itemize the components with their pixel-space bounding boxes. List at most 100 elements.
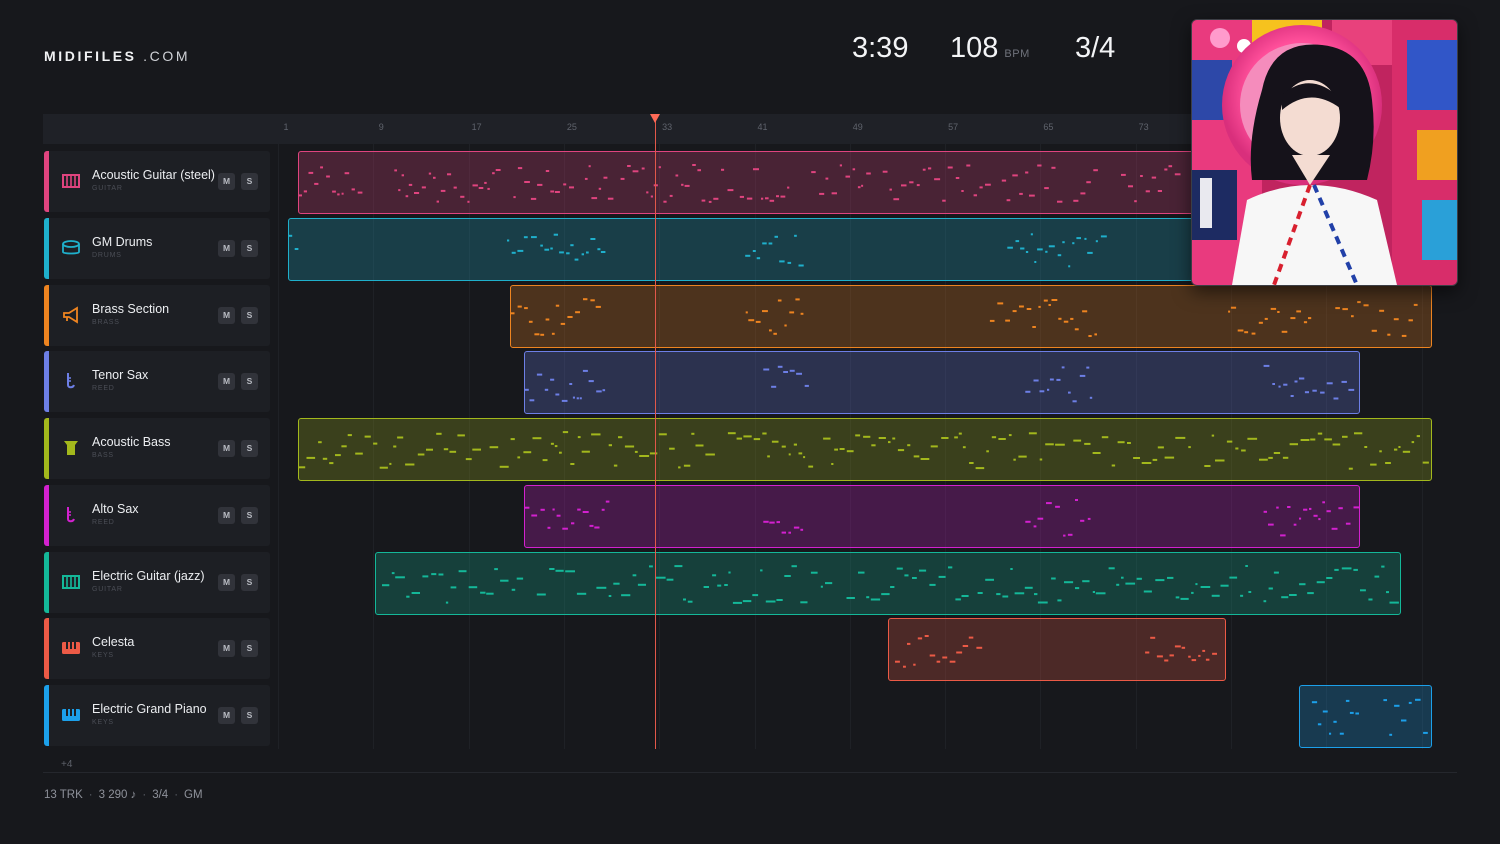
- logo-suffix: .COM: [143, 48, 191, 64]
- track-color-stripe: [44, 485, 49, 546]
- track-name: Electric Guitar (jazz): [92, 569, 205, 583]
- midi-notes: [511, 298, 1418, 337]
- guitar-icon: [62, 174, 80, 188]
- midi-clip[interactable]: [524, 485, 1360, 548]
- track-header[interactable]: Acoustic Guitar (steel) GUITAR M S: [44, 151, 270, 212]
- track-category: KEYS: [92, 719, 114, 726]
- solo-button[interactable]: S: [241, 640, 258, 657]
- track-name: Acoustic Guitar (steel): [92, 168, 215, 182]
- playhead-marker[interactable]: [650, 114, 660, 123]
- track-header[interactable]: Acoustic Bass BASS M S: [44, 418, 270, 479]
- track-category: BRASS: [92, 319, 120, 326]
- more-tracks-indicator[interactable]: +4: [61, 759, 72, 770]
- footer-time-signature: 3/4: [152, 789, 169, 801]
- sax-icon: [67, 507, 75, 523]
- solo-button[interactable]: S: [241, 373, 258, 390]
- track-category: REED: [92, 385, 115, 392]
- track-name: Tenor Sax: [92, 368, 149, 382]
- track-header[interactable]: Brass Section BRASS M S: [44, 285, 270, 346]
- track-category: GUITAR: [92, 185, 123, 192]
- midi-notes: [382, 565, 1399, 604]
- bpm-unit: BPM: [1004, 48, 1030, 60]
- mute-button[interactable]: M: [218, 173, 235, 190]
- track-category: KEYS: [92, 652, 114, 659]
- track-color-stripe: [44, 418, 49, 479]
- keys-icon: [62, 709, 80, 721]
- track-name: Electric Grand Piano: [92, 702, 207, 716]
- logo-wordmark: MIDIFILES: [44, 48, 137, 64]
- track-category: GUITAR: [92, 586, 123, 593]
- track-category: BASS: [92, 452, 114, 459]
- track-color-stripe: [44, 285, 49, 346]
- track-name: GM Drums: [92, 235, 153, 249]
- track-count: 13 TRK: [44, 789, 83, 801]
- track-header[interactable]: GM Drums DRUMS M S: [44, 218, 270, 279]
- solo-button[interactable]: S: [241, 507, 258, 524]
- sax-icon: [67, 373, 75, 389]
- bass-icon: [64, 441, 78, 455]
- solo-button[interactable]: S: [241, 307, 258, 324]
- solo-button[interactable]: S: [241, 574, 258, 591]
- track-color-stripe: [44, 351, 49, 412]
- midi-notes: [895, 635, 1217, 668]
- midi-clip[interactable]: [888, 618, 1226, 681]
- song-duration: 3:39: [852, 32, 909, 64]
- midi-notes: [299, 431, 1429, 470]
- midi-notes: [525, 499, 1359, 537]
- track-name: Acoustic Bass: [92, 435, 171, 449]
- time-signature: 3/4: [1075, 32, 1116, 64]
- solo-button[interactable]: S: [241, 240, 258, 257]
- note-count: 3 290 ♪: [98, 789, 137, 801]
- track-category: DRUMS: [92, 252, 122, 259]
- mute-button[interactable]: M: [218, 307, 235, 324]
- ruler-tick: 73: [1138, 122, 1149, 132]
- track-header[interactable]: Celesta KEYS M S: [44, 618, 270, 679]
- track-header[interactable]: Electric Guitar (jazz) GUITAR M S: [44, 552, 270, 613]
- track-color-stripe: [44, 151, 49, 212]
- site-logo[interactable]: MIDIFILES .COM: [44, 48, 190, 64]
- bar-gridline: [278, 144, 279, 749]
- ruler-tick: 9: [378, 122, 384, 132]
- ruler-tick: 25: [566, 122, 577, 132]
- midi-clip[interactable]: [298, 418, 1432, 481]
- mute-button[interactable]: M: [218, 373, 235, 390]
- mute-button[interactable]: M: [218, 440, 235, 457]
- guitar-icon: [62, 575, 80, 589]
- midi-clip[interactable]: [1299, 685, 1432, 748]
- playhead-line[interactable]: [655, 118, 656, 749]
- footer-stats: 13 TRK · 3 290 ♪ · 3/4 · GM: [44, 789, 203, 801]
- midi-standard: GM: [184, 789, 203, 801]
- mute-button[interactable]: M: [218, 707, 235, 724]
- bpm-value: 108: [950, 32, 999, 64]
- midi-clip[interactable]: [375, 552, 1401, 615]
- midi-clip[interactable]: [524, 351, 1360, 414]
- mute-button[interactable]: M: [218, 640, 235, 657]
- ruler-tick: 49: [852, 122, 863, 132]
- track-header[interactable]: Tenor Sax REED M S: [44, 351, 270, 412]
- midi-notes: [1311, 698, 1428, 736]
- track-header[interactable]: Alto Sax REED M S: [44, 485, 270, 546]
- mute-button[interactable]: M: [218, 507, 235, 524]
- solo-button[interactable]: S: [241, 440, 258, 457]
- track-header[interactable]: Electric Grand Piano KEYS M S: [44, 685, 270, 746]
- horn-icon: [63, 306, 78, 324]
- track-name: Brass Section: [92, 302, 170, 316]
- solo-button[interactable]: S: [241, 707, 258, 724]
- footer-divider: [43, 772, 1457, 773]
- track-color-stripe: [44, 685, 49, 746]
- drum-icon: [62, 240, 80, 255]
- track-category: REED: [92, 519, 115, 526]
- midi-clip[interactable]: [510, 285, 1432, 348]
- mute-button[interactable]: M: [218, 240, 235, 257]
- solo-button[interactable]: S: [241, 173, 258, 190]
- ruler-tick: 33: [662, 122, 673, 132]
- album-cover: [1191, 19, 1458, 286]
- track-color-stripe: [44, 552, 49, 613]
- track-color-stripe: [44, 618, 49, 679]
- ruler-tick: 65: [1043, 122, 1054, 132]
- album-cover-art: [1192, 20, 1457, 285]
- track-name: Celesta: [92, 635, 135, 649]
- ruler-tick: 1: [283, 122, 289, 132]
- midi-notes: [525, 364, 1355, 403]
- mute-button[interactable]: M: [218, 574, 235, 591]
